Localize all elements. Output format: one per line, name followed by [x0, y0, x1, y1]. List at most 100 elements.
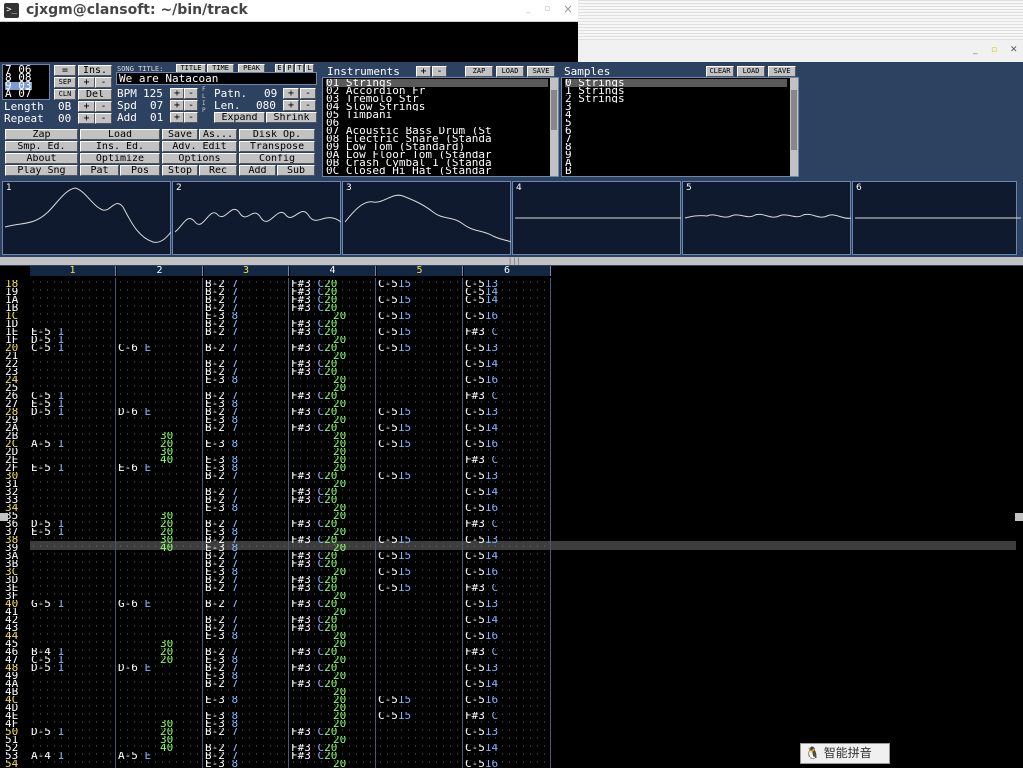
channel-header[interactable]: 3 [204, 266, 289, 276]
row-number[interactable]: 2D [5, 448, 29, 456]
pattern-cell[interactable]: 20 [118, 528, 202, 536]
pattern-cell[interactable]: 20 [118, 440, 202, 448]
pattern-cell[interactable]: 20 [291, 448, 375, 456]
row-number[interactable]: 27 [5, 400, 29, 408]
pattern-cell[interactable]: C-5 1 [31, 656, 115, 664]
bg-maximize-icon[interactable]: ▫ [991, 45, 997, 55]
sub-button[interactable]: Sub [277, 165, 315, 176]
sample-item[interactable]: B [565, 167, 787, 175]
row-number[interactable]: 32 [5, 488, 29, 496]
pattern-cell[interactable]: E-5 1 [31, 328, 115, 336]
instrument-item[interactable]: 02 Accordion Fr [326, 87, 548, 95]
row-number[interactable]: 1A [5, 296, 29, 304]
pattern-cell[interactable]: B-2 7 [205, 552, 288, 560]
cln-button[interactable]: CLN [54, 89, 76, 100]
pattern-cell[interactable]: C-514 [465, 360, 550, 368]
pattern-cell[interactable]: C-513 [465, 344, 550, 352]
pattern-cell[interactable]: E-6 E [118, 464, 202, 472]
pattern-cell[interactable]: C-513 [465, 408, 550, 416]
pattern-cell[interactable]: C-515 [378, 344, 462, 352]
bpm-minus-button[interactable]: - [184, 88, 198, 99]
pattern-minus-button[interactable]: - [300, 88, 316, 99]
pattern-cell[interactable]: C-515 [378, 328, 462, 336]
pattern-cell[interactable]: F#3 C20 [291, 296, 375, 304]
pattern-cell[interactable]: F#3 C20 [291, 616, 375, 624]
row-number[interactable]: 3F [5, 592, 29, 600]
left-scroll-marker[interactable] [0, 513, 8, 521]
sample-list[interactable]: 0 Strings 1 Strings 2 Strings 3 4 5 6 7 8 9 A B [561, 77, 799, 177]
instrument-list[interactable]: 01 Strings 02 Accordion Fr 03 Tremolo Str 0… [322, 77, 559, 177]
channel-scope[interactable]: 5 [682, 181, 851, 255]
row-number[interactable]: 1B [5, 304, 29, 312]
row-number[interactable]: 31 [5, 480, 29, 488]
row-number[interactable]: 2E [5, 456, 29, 464]
pattern-cell[interactable]: C-515 [378, 312, 462, 320]
pattern-cell[interactable]: 20 [291, 544, 375, 552]
right-scroll-marker[interactable] [1015, 513, 1023, 521]
pattern-cell[interactable]: F#3 C20 [291, 624, 375, 632]
pattern-cell[interactable]: C-515 [378, 568, 462, 576]
pattern-cell[interactable]: F#3 C [465, 456, 550, 464]
pattern-cell[interactable]: C-516 [465, 632, 550, 640]
pattern-cell[interactable]: 20 [291, 720, 375, 728]
row-number[interactable]: 44 [5, 632, 29, 640]
shrink-button[interactable]: Shrink [266, 112, 317, 123]
row-number[interactable]: 49 [5, 672, 29, 680]
maximize-icon[interactable]: ▫ [544, 4, 550, 14]
pattern-cell[interactable]: 20 [118, 520, 202, 528]
pattern-cell[interactable]: B-2 7 [205, 344, 288, 352]
record-button[interactable]: Rec [199, 165, 237, 176]
row-number[interactable]: 18 [5, 280, 29, 288]
channel-header[interactable]: 5 [377, 266, 463, 276]
add-button[interactable]: Add [239, 165, 276, 176]
ime-indicator[interactable]: 🐧 智能拼音 [800, 743, 890, 764]
pattern-cell[interactable]: E-3 8 [205, 504, 288, 512]
pattern-cell[interactable]: C-516 [465, 696, 550, 704]
pattern-cell[interactable]: C-515 [378, 424, 462, 432]
pattern-cell[interactable]: 20 [291, 640, 375, 648]
pattern-cell[interactable]: 40 [118, 456, 202, 464]
instrument-load-button[interactable]: LOAD [496, 66, 524, 77]
row-number[interactable]: 2A [5, 424, 29, 432]
pattern-cell[interactable]: F#3 C20 [291, 600, 375, 608]
channel-scope[interactable]: 2 [172, 181, 341, 255]
pattern-cell[interactable]: C-516 [465, 312, 550, 320]
pattern-cell[interactable]: B-2 7 [205, 600, 288, 608]
instrument-item[interactable]: 0A Low Floor Tom (Standar [326, 151, 548, 159]
pattern-cell[interactable]: B-4 1 [31, 648, 115, 656]
speed-plus-button[interactable]: + [170, 100, 184, 111]
row-number[interactable]: 1F [5, 336, 29, 344]
row-number[interactable]: 4E [5, 712, 29, 720]
sample-item[interactable]: 7 [565, 135, 787, 143]
pattern-cell[interactable]: C-514 [465, 680, 550, 688]
pattern-cell[interactable]: E-3 8 [205, 720, 288, 728]
pattern-cell[interactable]: 20 [291, 704, 375, 712]
repeat-plus-button[interactable]: + [78, 113, 95, 124]
pattern-cell[interactable]: D-5 1 [31, 728, 115, 736]
pattern-cell[interactable]: 20 [291, 568, 375, 576]
pattern-cell[interactable]: 20 [291, 528, 375, 536]
play-position-button[interactable]: Pos [120, 165, 160, 176]
pattern-cell[interactable]: B-2 7 [205, 424, 288, 432]
pattern-cell[interactable]: B-2 7 [205, 752, 288, 760]
channel-scope[interactable]: 1 [2, 181, 171, 255]
sample-editor-button[interactable]: Smp. Ed. [5, 141, 78, 152]
pattern-cell[interactable]: B-2 7 [205, 488, 288, 496]
pattern-cell[interactable]: A-4 1 [31, 752, 115, 760]
stop-button[interactable]: Stop [162, 165, 198, 176]
row-number[interactable]: 3A [5, 552, 29, 560]
play-song-button[interactable]: Play Sng [5, 165, 78, 176]
pattern-cell[interactable]: 40 [118, 744, 202, 752]
pattern-cell[interactable]: A-5 1 [31, 440, 115, 448]
pattern-cell[interactable]: B-2 7 [205, 536, 288, 544]
pattern-cell[interactable]: 20 [291, 384, 375, 392]
pattern-cell[interactable]: C-516 [465, 376, 550, 384]
pattern-cell[interactable]: D-5 1 [31, 408, 115, 416]
pattern-cell[interactable]: 20 [291, 736, 375, 744]
transpose-button[interactable]: Transpose [239, 141, 315, 152]
pattern-cell[interactable]: F#3 C [465, 712, 550, 720]
pattern-cell[interactable]: D-5 1 [31, 336, 115, 344]
instrument-minus-button[interactable]: - [432, 66, 447, 77]
pattern-cell[interactable]: F#3 C [465, 520, 550, 528]
pattern-cell[interactable]: C-516 [465, 504, 550, 512]
